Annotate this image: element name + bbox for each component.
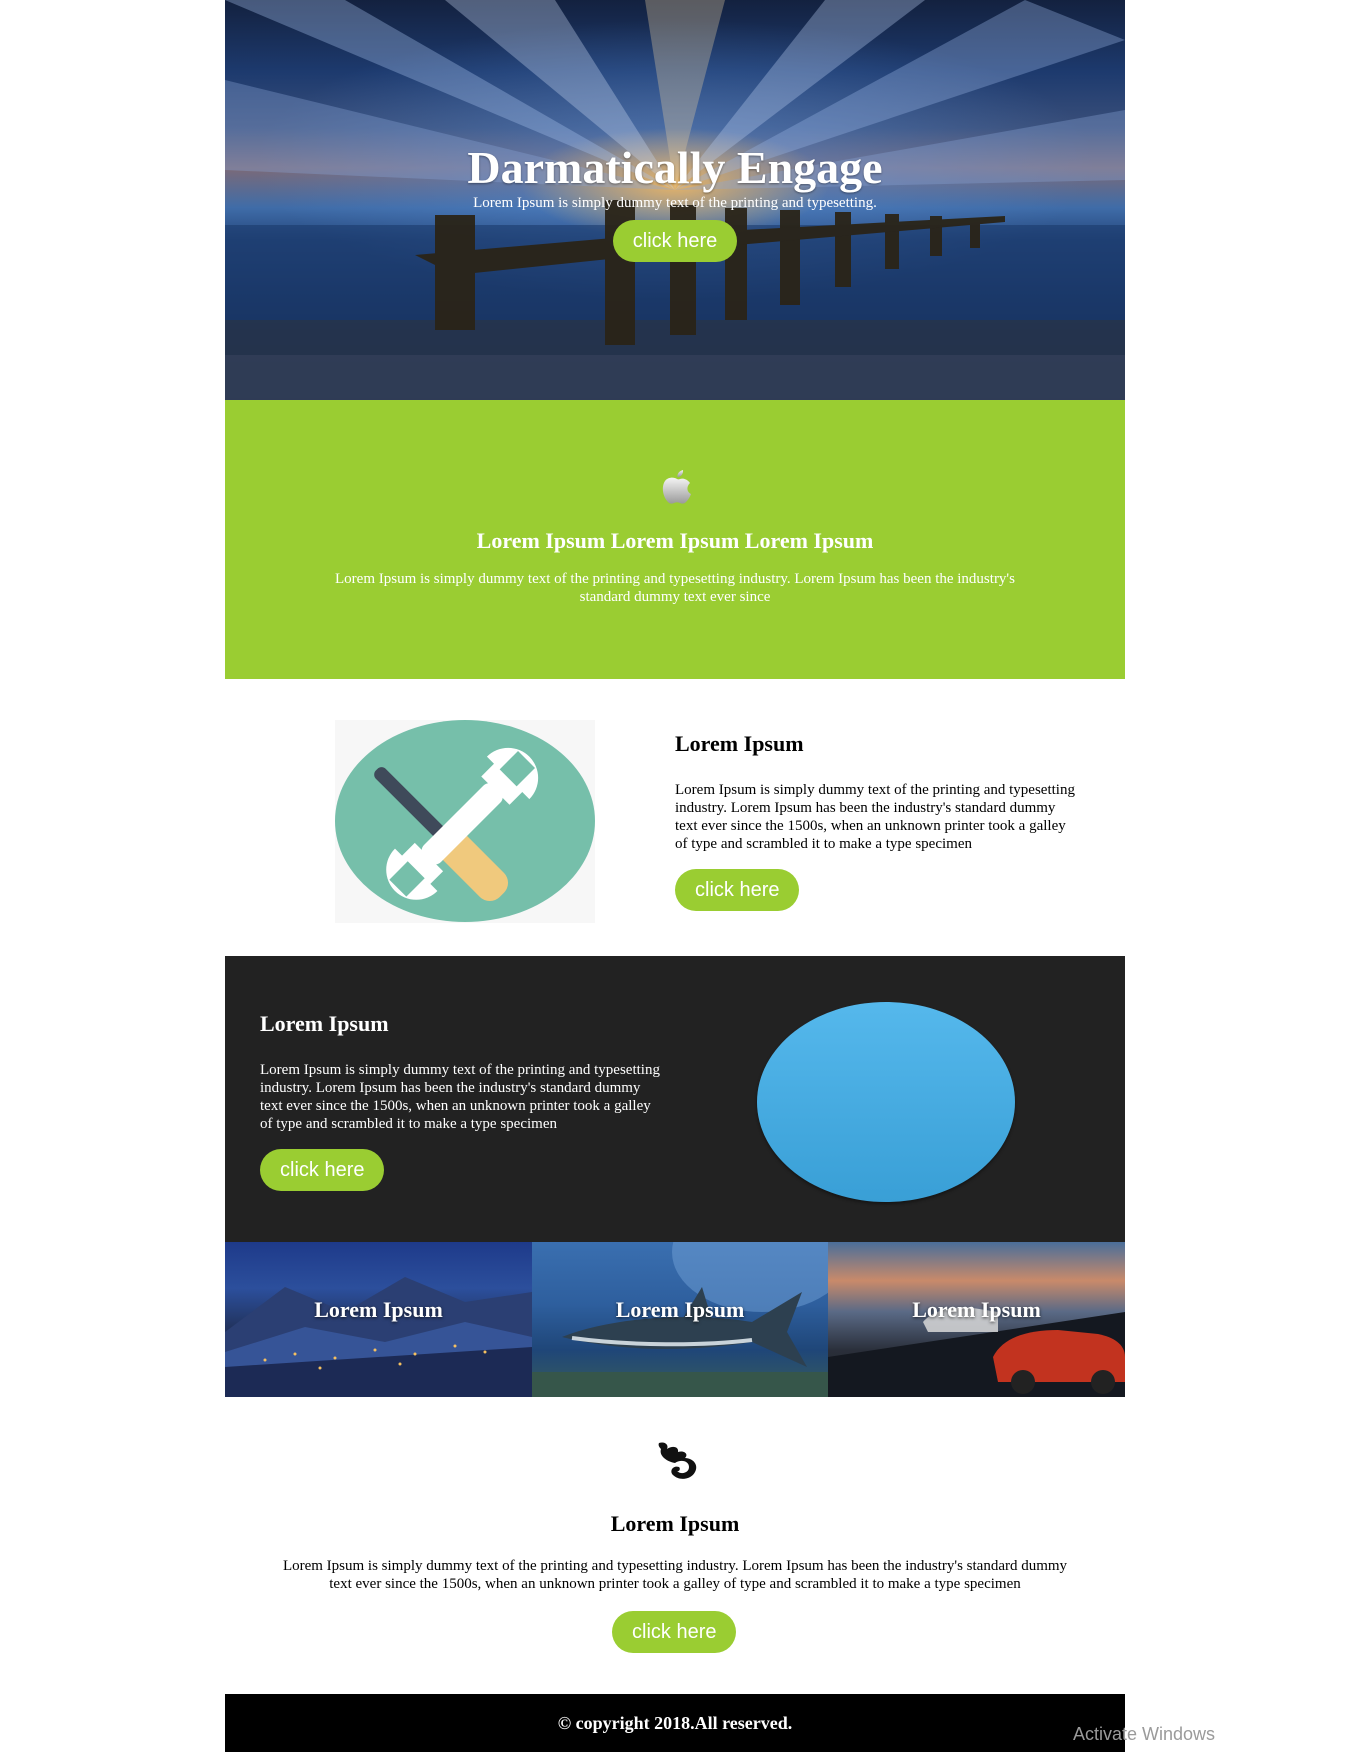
hero-click-button[interactable]: click here <box>612 220 738 262</box>
green-section-text: Lorem Ipsum is simply dummy text of the … <box>335 571 1015 605</box>
windows-activation-watermark: Activate Windows <box>1073 1724 1216 1744</box>
gallery-tile-shark[interactable]: Lorem Ipsum <box>532 1242 828 1397</box>
dark-feature-paragraph: Lorem Ipsum is simply dummy text of the … <box>260 1062 660 1132</box>
hero-banner: Darmatically Engage Lorem Ipsum is simpl… <box>225 0 1125 400</box>
green-feature-section: Lorem Ipsum Lorem Ipsum Lorem Ipsum Lore… <box>225 400 1125 679</box>
gallery-tile-label: Lorem Ipsum <box>314 1297 443 1322</box>
tools-feature-section: Lorem Ipsum Lorem Ipsum is simply dummy … <box>225 679 1125 956</box>
bottom-cta-section: Lorem Ipsum Lorem Ipsum is simply dummy … <box>225 1397 1125 1694</box>
dark-feature-title: Lorem Ipsum <box>260 1011 389 1036</box>
dark-feature-section: Lorem Ipsum Lorem Ipsum is simply dummy … <box>225 956 1125 1242</box>
dark-feature-button[interactable]: click here <box>260 1149 385 1191</box>
tools-feature-text: Lorem Ipsum Lorem Ipsum is simply dummy … <box>675 731 1075 911</box>
bottom-section-title: Lorem Ipsum <box>610 1511 740 1536</box>
tools-feature-button[interactable]: click here <box>675 869 800 911</box>
hero-content: Darmatically Engage Lorem Ipsum is simpl… <box>225 142 1125 262</box>
hero-subtitle: Lorem Ipsum is simply dummy text of the … <box>473 195 877 211</box>
copyright-text: © copyright 2018.All reserved. <box>557 1713 793 1733</box>
gallery-tile-label: Lorem Ipsum <box>615 1297 745 1322</box>
apple-icon <box>662 470 691 504</box>
tools-icon <box>335 720 595 923</box>
hero-title: Darmatically Engage <box>467 142 883 193</box>
page-container: Darmatically Engage Lorem Ipsum is simpl… <box>225 0 1125 1752</box>
gallery-tile-cars[interactable]: Lorem Ipsum <box>828 1242 1125 1397</box>
tools-feature-title: Lorem Ipsum <box>675 731 804 756</box>
tools-feature-paragraph: Lorem Ipsum is simply dummy text of the … <box>675 782 1075 852</box>
gallery-tile-mountain-town[interactable]: Lorem Ipsum <box>225 1242 532 1397</box>
footer: © copyright 2018.All reserved. <box>225 1694 1125 1752</box>
image-gallery: Lorem Ipsum Lorem Ipsum Lorem Ipsum <box>225 1242 1125 1397</box>
blue-oval-image <box>757 1002 1015 1202</box>
bottom-click-button[interactable]: click here <box>612 1611 737 1653</box>
green-section-title: Lorem Ipsum Lorem Ipsum Lorem Ipsum <box>476 528 874 553</box>
dark-feature-text: Lorem Ipsum Lorem Ipsum is simply dummy … <box>260 1011 660 1191</box>
gallery-tile-label: Lorem Ipsum <box>912 1297 1041 1322</box>
bottom-section-text: Lorem Ipsum is simply dummy text of the … <box>282 1558 1068 1592</box>
phoenix-icon <box>658 1442 697 1479</box>
